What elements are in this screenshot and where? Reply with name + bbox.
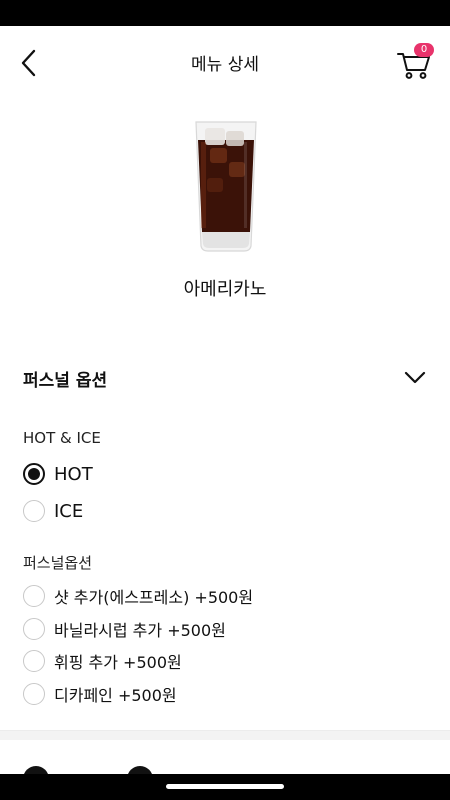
option-label: ICE [54,500,84,522]
option-ice[interactable]: ICE [23,497,83,525]
option-label: HOT [54,463,93,485]
radio-hot[interactable] [23,463,45,485]
header: 메뉴 상세 0 [0,26,450,98]
home-indicator [166,784,284,789]
cart-button[interactable]: 0 [394,42,434,82]
product-image [192,118,260,254]
section-divider [0,730,450,740]
radio-ice[interactable] [23,500,45,522]
option-label: 샷 추가(에스프레소) +500원 [54,588,254,607]
checkbox-whipping[interactable] [23,650,45,672]
checkbox-vanilla-syrup[interactable] [23,618,45,640]
chevron-down-icon [404,371,426,384]
temperature-group-title: HOT & ICE [23,429,101,447]
section-title: 퍼스널 옵션 [23,371,108,391]
option-label: 휘핑 추가 +500원 [54,653,182,672]
status-bar [0,0,450,26]
personal-option-toggle[interactable]: 퍼스널 옵션 [0,352,450,402]
option-extra-shot[interactable]: 샷 추가(에스프레소) +500원 [23,582,253,610]
option-label: 바닐라시럽 추가 +500원 [54,621,226,640]
option-label: 디카페인 +500원 [54,686,177,705]
option-decaf[interactable]: 디카페인 +500원 [23,680,177,708]
option-vanilla-syrup[interactable]: 바닐라시럽 추가 +500원 [23,615,226,643]
product-name: 아메리카노 [183,279,267,300]
checkbox-decaf[interactable] [23,683,45,705]
option-hot[interactable]: HOT [23,460,93,488]
checkbox-extra-shot[interactable] [23,585,45,607]
extras-group-title: 퍼스널옵션 [23,554,93,572]
option-whipping[interactable]: 휘핑 추가 +500원 [23,647,182,675]
page-title: 메뉴 상세 [191,55,259,75]
cart-count-badge: 0 [414,43,434,57]
